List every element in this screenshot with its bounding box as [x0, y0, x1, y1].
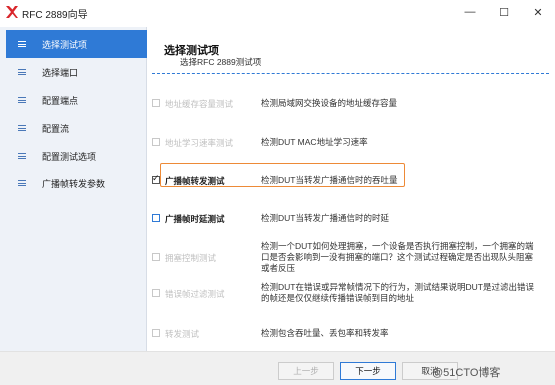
test-description: 检测DUT当转发广播通信时的吞吐量 [261, 175, 398, 185]
wizard-footer: 上一步 下一步 取消 @51CTO博客 [0, 351, 555, 385]
next-button[interactable]: 下一步 [340, 362, 396, 380]
test-description: 检测DUT MAC地址学习速率 [261, 137, 368, 147]
test-description: 检测一个DUT如何处理拥塞，一个设备是否执行拥塞控制，一个拥塞的端口是否会影响到… [261, 241, 534, 273]
app-logo-icon [6, 6, 18, 18]
sidebar-item-configure-streams[interactable]: 配置流 [6, 114, 147, 142]
wizard-sidebar: 选择测试项 选择端口 配置端点 配置流 配置测试选项 广播帧转发参数 [0, 27, 147, 362]
sidebar-item-label: 广播帧转发参数 [42, 178, 106, 189]
test-label: 地址缓存容量测试 [165, 99, 234, 109]
test-description: 检测DUT在错误或异常帧情况下的行为，测试结果说明DUT是过滤出错误的帧还是仅仅… [261, 282, 534, 303]
test-description: 检测局域网交换设备的地址缓存容量 [261, 98, 398, 108]
menu-icon [18, 41, 26, 47]
test-checkbox[interactable] [152, 329, 160, 337]
window-title: RFC 2889向导 [22, 10, 88, 21]
test-description: 检测包含吞吐量、丢包率和转发率 [261, 328, 389, 338]
menu-icon [18, 69, 26, 75]
menu-icon [18, 97, 26, 103]
test-label: 拥塞控制测试 [165, 253, 217, 263]
page-subtitle: 选择RFC 2889测试项 [180, 57, 262, 67]
sidebar-item-label: 选择测试项 [42, 39, 88, 50]
close-icon: ✕ [533, 6, 543, 19]
test-checkbox-checked[interactable] [152, 173, 160, 184]
sidebar-item-label: 配置测试选项 [42, 151, 97, 162]
test-checkbox[interactable] [152, 99, 160, 107]
menu-icon [18, 153, 26, 159]
minimize-button[interactable]: — [453, 0, 487, 24]
test-label: 广播帧时延测试 [165, 214, 225, 224]
test-checkbox[interactable] [152, 214, 160, 222]
minimize-icon: — [464, 6, 476, 18]
maximize-icon: ☐ [499, 6, 509, 19]
test-checkbox[interactable] [152, 138, 160, 146]
header-divider [152, 73, 549, 74]
watermark: @51CTO博客 [432, 367, 501, 379]
test-checkbox[interactable] [152, 289, 160, 297]
title-bar: RFC 2889向导 — ☐ ✕ [0, 0, 555, 24]
sidebar-item-select-ports[interactable]: 选择端口 [6, 58, 147, 86]
sidebar-item-configure-endpoints[interactable]: 配置端点 [6, 86, 147, 114]
test-description: 检测DUT当转发广播通信时的时延 [261, 213, 389, 223]
menu-icon [18, 125, 26, 131]
sidebar-item-label: 配置流 [42, 123, 70, 134]
test-label: 广播帧转发测试 [165, 176, 225, 186]
test-label: 转发测试 [165, 329, 200, 339]
test-label: 错误帧过滤测试 [165, 289, 225, 299]
sidebar-item-broadcast-params[interactable]: 广播帧转发参数 [6, 169, 147, 197]
content-panel: 选择测试项 选择RFC 2889测试项 地址缓存容量测试 检测局域网交换设备的地… [148, 27, 555, 362]
sidebar-item-label: 选择端口 [42, 67, 79, 78]
sidebar-item-test-options[interactable]: 配置测试选项 [6, 142, 147, 170]
menu-icon [18, 180, 26, 186]
test-label: 地址学习速率测试 [165, 138, 234, 148]
maximize-button[interactable]: ☐ [487, 0, 521, 24]
test-checkbox[interactable] [152, 253, 160, 261]
previous-button[interactable]: 上一步 [278, 362, 334, 380]
sidebar-item-select-tests[interactable]: 选择测试项 [6, 30, 147, 58]
close-button[interactable]: ✕ [521, 0, 555, 24]
sidebar-item-label: 配置端点 [42, 95, 79, 106]
